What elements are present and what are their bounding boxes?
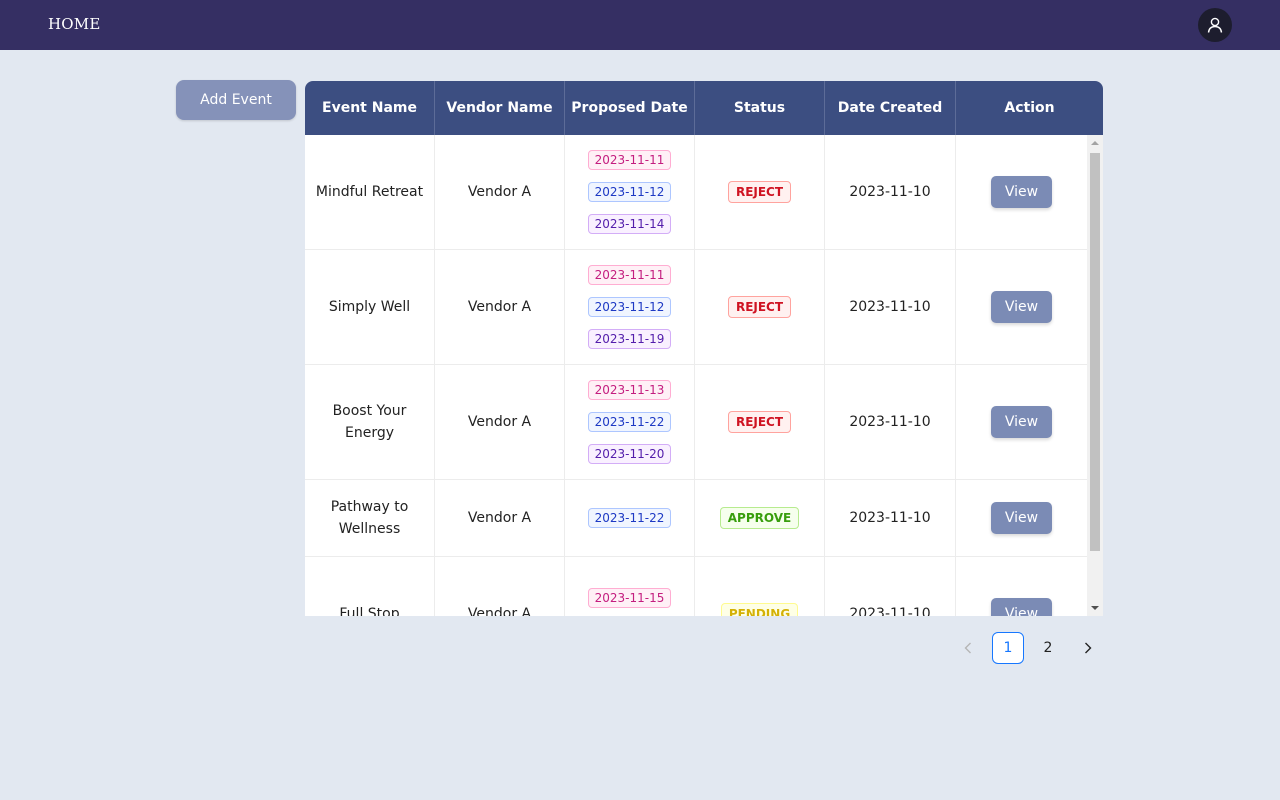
status-cell: REJECT (695, 250, 825, 364)
action-cell: View (956, 250, 1087, 364)
vendor-name-cell: Vendor A (435, 557, 565, 616)
event-name-cell: Pathway to Wellness (305, 480, 435, 556)
chevron-right-icon (1085, 642, 1092, 654)
scroll-up-arrow-icon[interactable] (1087, 135, 1103, 151)
view-button[interactable]: View (991, 598, 1052, 616)
user-avatar-button[interactable] (1198, 8, 1232, 42)
table-row: Boost Your Energy Vendor A 2023-11-13 20… (305, 365, 1087, 480)
chevron-left-icon (964, 642, 971, 654)
proposed-date-tag: 2023-11-22 (587, 412, 672, 432)
table-header: Event Name Vendor Name Proposed Date Sta… (305, 81, 1103, 135)
vendor-name-cell: Vendor A (435, 250, 565, 364)
date-created-cell: 2023-11-10 (825, 135, 956, 249)
event-name-cell: Full Stop (305, 557, 435, 616)
column-header-action: Action (1004, 100, 1055, 116)
proposed-date-tag: 2023-11-12 (587, 297, 672, 317)
event-name-cell: Boost Your Energy (305, 365, 435, 479)
action-cell: View (956, 557, 1087, 616)
table-body[interactable]: Mindful Retreat Vendor A 2023-11-11 2023… (305, 135, 1087, 616)
column-header-status: Status (695, 81, 825, 135)
vendor-name-cell: Vendor A (435, 365, 565, 479)
proposed-date-tag: 2023-11-22 (587, 508, 672, 528)
status-cell: PENDING (695, 557, 825, 616)
column-header-proposed-date: Proposed Date (565, 81, 695, 135)
view-button[interactable]: View (991, 502, 1052, 534)
scrollbar-thumb[interactable] (1090, 153, 1100, 551)
status-badge: REJECT (727, 181, 792, 203)
proposed-date-tag: 2023-11-19 (587, 329, 672, 349)
proposed-date-cell: 2023-11-15 2023-11-21 (565, 557, 695, 616)
table-row: Mindful Retreat Vendor A 2023-11-11 2023… (305, 135, 1087, 250)
next-page-button[interactable] (1072, 632, 1104, 664)
scroll-down-arrow-icon[interactable] (1087, 600, 1103, 616)
proposed-date-tag: 2023-11-11 (587, 150, 672, 170)
proposed-date-tag: 2023-11-14 (587, 214, 672, 234)
status-badge: REJECT (727, 296, 792, 318)
event-name-cell: Simply Well (305, 250, 435, 364)
date-created-cell: 2023-11-10 (825, 250, 956, 364)
view-button[interactable]: View (991, 406, 1052, 438)
events-table: Event Name Vendor Name Proposed Date Sta… (305, 81, 1103, 616)
action-cell: View (956, 135, 1087, 249)
date-created-cell: 2023-11-10 (825, 365, 956, 479)
proposed-date-tag: 2023-11-11 (587, 265, 672, 285)
status-cell: APPROVE (695, 480, 825, 556)
view-button[interactable]: View (991, 176, 1052, 208)
action-cell: View (956, 365, 1087, 479)
proposed-date-cell: 2023-11-13 2023-11-22 2023-11-20 (565, 365, 695, 479)
proposed-date-tag: 2023-11-12 (587, 182, 672, 202)
vendor-name-cell: Vendor A (435, 480, 565, 556)
home-link[interactable]: HOME (48, 15, 101, 33)
status-badge: PENDING (720, 603, 799, 616)
proposed-date-cell: 2023-11-22 (565, 480, 695, 556)
proposed-date-tag: 2023-11-15 (587, 588, 672, 608)
action-cell: View (956, 480, 1087, 556)
status-badge: APPROVE (719, 507, 800, 529)
top-nav-bar: HOME (0, 0, 1280, 50)
page-2-button[interactable]: 2 (1032, 632, 1064, 664)
pagination: 1 2 (952, 632, 1112, 664)
proposed-date-cell: 2023-11-11 2023-11-12 2023-11-14 (565, 135, 695, 249)
page-1-button[interactable]: 1 (992, 632, 1024, 664)
proposed-date-tag: 2023-11-13 (587, 380, 672, 400)
column-header-event-name: Event Name (305, 81, 435, 135)
date-created-cell: 2023-11-10 (825, 480, 956, 556)
prev-page-button[interactable] (952, 632, 984, 664)
status-cell: REJECT (695, 365, 825, 479)
table-row: Pathway to Wellness Vendor A 2023-11-22 … (305, 480, 1087, 557)
event-name-cell: Mindful Retreat (305, 135, 435, 249)
column-header-date-created: Date Created (825, 81, 956, 135)
table-scrollbar[interactable] (1087, 135, 1103, 616)
status-badge: REJECT (727, 411, 792, 433)
proposed-date-cell: 2023-11-11 2023-11-12 2023-11-19 (565, 250, 695, 364)
table-row: Simply Well Vendor A 2023-11-11 2023-11-… (305, 250, 1087, 365)
proposed-date-tag: 2023-11-20 (587, 444, 672, 464)
user-icon (1207, 17, 1223, 33)
add-event-button[interactable]: Add Event (176, 80, 296, 120)
column-header-vendor-name: Vendor Name (435, 81, 565, 135)
status-cell: REJECT (695, 135, 825, 249)
date-created-cell: 2023-11-10 (825, 557, 956, 616)
view-button[interactable]: View (991, 291, 1052, 323)
vendor-name-cell: Vendor A (435, 135, 565, 249)
table-row: Full Stop Vendor A 2023-11-15 2023-11-21… (305, 557, 1087, 616)
